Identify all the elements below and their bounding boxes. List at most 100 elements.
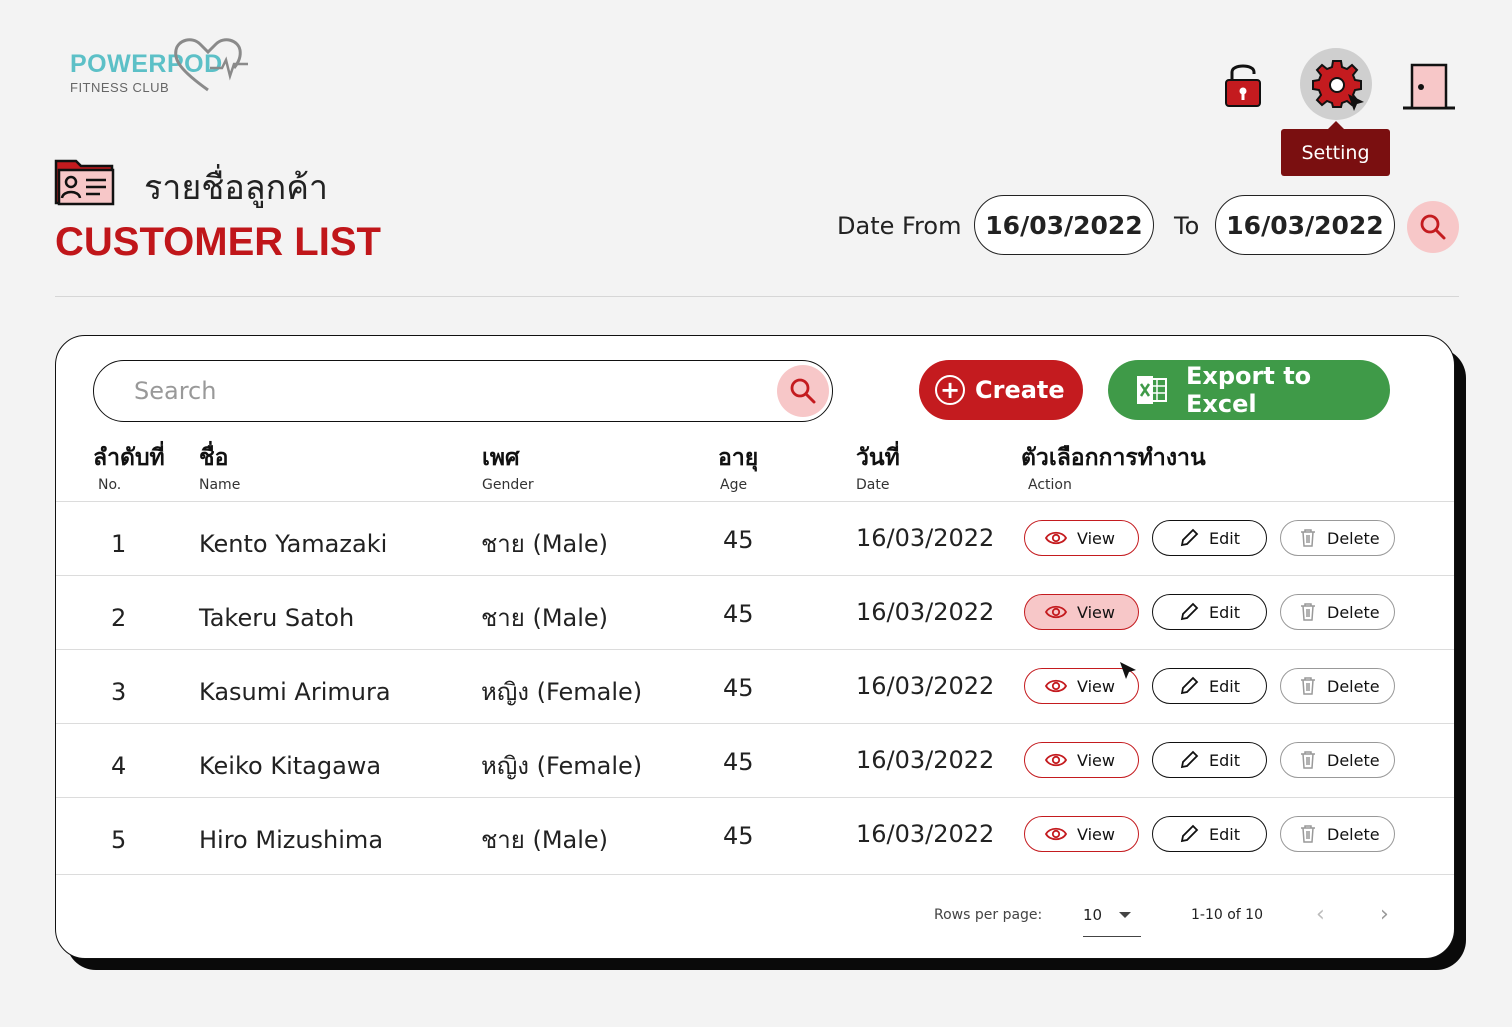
table-row: 1 Kento Yamazaki ชาย (Male) 45 16/03/202… (56, 501, 1454, 575)
rows-per-page-select[interactable]: 10 (1083, 906, 1102, 924)
customer-table-card: Search + Create Export to Excel ลำดับที่… (55, 335, 1455, 959)
column-header-date: วันที่ Date (856, 445, 900, 493)
table-row: 2 Takeru Satoh ชาย (Male) 45 16/03/2022 … (56, 575, 1454, 649)
edit-button[interactable]: Edit (1152, 742, 1267, 778)
search-icon (1420, 214, 1446, 240)
column-header-age: อายุ Age (718, 445, 759, 493)
chevron-right-icon[interactable]: › (1380, 902, 1389, 927)
customer-gender: ชาย (Male) (481, 826, 609, 854)
eye-icon (1045, 605, 1067, 619)
heart-pulse-icon (174, 38, 248, 92)
setting-tooltip: Setting (1281, 121, 1390, 176)
view-button[interactable]: View (1024, 816, 1139, 852)
trash-icon (1301, 529, 1315, 547)
excel-icon (1136, 376, 1167, 404)
eye-icon (1045, 531, 1067, 545)
export-excel-button[interactable]: Export to Excel (1108, 360, 1390, 420)
view-button[interactable]: View (1024, 520, 1139, 556)
column-header-no: ลำดับที่ No. (93, 445, 165, 493)
date-to-field[interactable]: 16/03/2022 (1215, 195, 1395, 255)
chevron-left-icon[interactable]: ‹ (1316, 902, 1325, 927)
customer-gender: หญิง (Female) (481, 678, 643, 706)
search-icon (790, 378, 816, 404)
customer-gender: ชาย (Male) (481, 604, 609, 632)
create-button-label: Create (975, 376, 1065, 404)
customer-date: 16/03/2022 (856, 672, 995, 700)
row-number: 1 (111, 530, 127, 558)
customer-date: 16/03/2022 (856, 820, 995, 848)
delete-button[interactable]: Delete (1280, 594, 1395, 630)
rows-per-page-label: Rows per page: (934, 907, 1043, 923)
edit-button[interactable]: Edit (1152, 816, 1267, 852)
customer-name: Kento Yamazaki (199, 530, 388, 558)
row-number: 5 (111, 826, 127, 854)
column-header-gender: เพศ Gender (482, 445, 534, 493)
date-to-label: To (1174, 212, 1200, 240)
trash-icon (1301, 825, 1315, 843)
pencil-icon (1180, 676, 1199, 695)
search-input[interactable]: Search (134, 377, 216, 405)
trash-icon (1301, 603, 1315, 621)
table-bottom-divider (56, 874, 1454, 875)
trash-icon (1301, 677, 1315, 695)
row-number: 3 (111, 678, 127, 706)
column-header-action: ตัวเลือกการทำงาน Action (1021, 445, 1206, 493)
customer-gender: หญิง (Female) (481, 752, 643, 780)
column-header-name: ชื่อ Name (199, 445, 241, 493)
setting-button[interactable] (1300, 48, 1372, 120)
export-button-label: Export to Excel (1185, 362, 1312, 418)
date-search-button[interactable] (1407, 201, 1459, 253)
pagination-range: 1-10 of 10 (1191, 907, 1263, 923)
eye-icon (1045, 827, 1067, 841)
customer-date: 16/03/2022 (856, 746, 995, 774)
edit-button[interactable]: Edit (1152, 594, 1267, 630)
eye-icon (1045, 679, 1067, 693)
customer-age: 45 (723, 600, 754, 628)
date-from-label: Date From (837, 212, 962, 240)
customer-age: 45 (723, 748, 754, 776)
view-button[interactable]: View (1024, 742, 1139, 778)
customer-name: Takeru Satoh (199, 604, 355, 632)
delete-button[interactable]: Delete (1280, 520, 1395, 556)
delete-button[interactable]: Delete (1280, 668, 1395, 704)
logo-subtitle: FITNESS CLUB (70, 80, 170, 95)
table-row: 4 Keiko Kitagawa หญิง (Female) 45 16/03/… (56, 723, 1454, 797)
customer-name: Keiko Kitagawa (199, 752, 382, 780)
search-button[interactable] (777, 365, 829, 417)
cursor-icon (1348, 94, 1364, 111)
caret-down-icon[interactable] (1119, 912, 1131, 918)
pencil-icon (1180, 750, 1199, 769)
search-field[interactable]: Search (93, 360, 833, 422)
pencil-icon (1180, 602, 1199, 621)
pencil-icon (1180, 824, 1199, 843)
date-from-field[interactable]: 16/03/2022 (974, 195, 1154, 255)
eye-icon (1045, 753, 1067, 767)
customer-gender: ชาย (Male) (481, 530, 609, 558)
customer-date: 16/03/2022 (856, 598, 995, 626)
customer-age: 45 (723, 526, 754, 554)
page-title: CUSTOMER LIST (55, 220, 381, 264)
pencil-icon (1180, 528, 1199, 547)
table-row: 5 Hiro Mizushima ชาย (Male) 45 16/03/202… (56, 797, 1454, 871)
logout-door-icon[interactable] (1403, 62, 1455, 110)
customer-name: Kasumi Arimura (199, 678, 391, 706)
edit-button[interactable]: Edit (1152, 520, 1267, 556)
select-underline (1083, 936, 1141, 937)
unlock-icon[interactable] (1224, 60, 1262, 108)
customer-age: 45 (723, 822, 754, 850)
create-button[interactable]: + Create (919, 360, 1083, 420)
edit-button[interactable]: Edit (1152, 668, 1267, 704)
row-number: 4 (111, 752, 127, 780)
trash-icon (1301, 751, 1315, 769)
customer-folder-icon (54, 159, 115, 206)
plus-circle-icon: + (935, 375, 965, 405)
view-button[interactable]: View (1024, 594, 1139, 630)
customer-age: 45 (723, 674, 754, 702)
row-number: 2 (111, 604, 127, 632)
header-divider (55, 296, 1459, 297)
cursor-icon (1120, 662, 1136, 679)
customer-name: Hiro Mizushima (199, 826, 384, 854)
delete-button[interactable]: Delete (1280, 742, 1395, 778)
delete-button[interactable]: Delete (1280, 816, 1395, 852)
customer-date: 16/03/2022 (856, 524, 995, 552)
